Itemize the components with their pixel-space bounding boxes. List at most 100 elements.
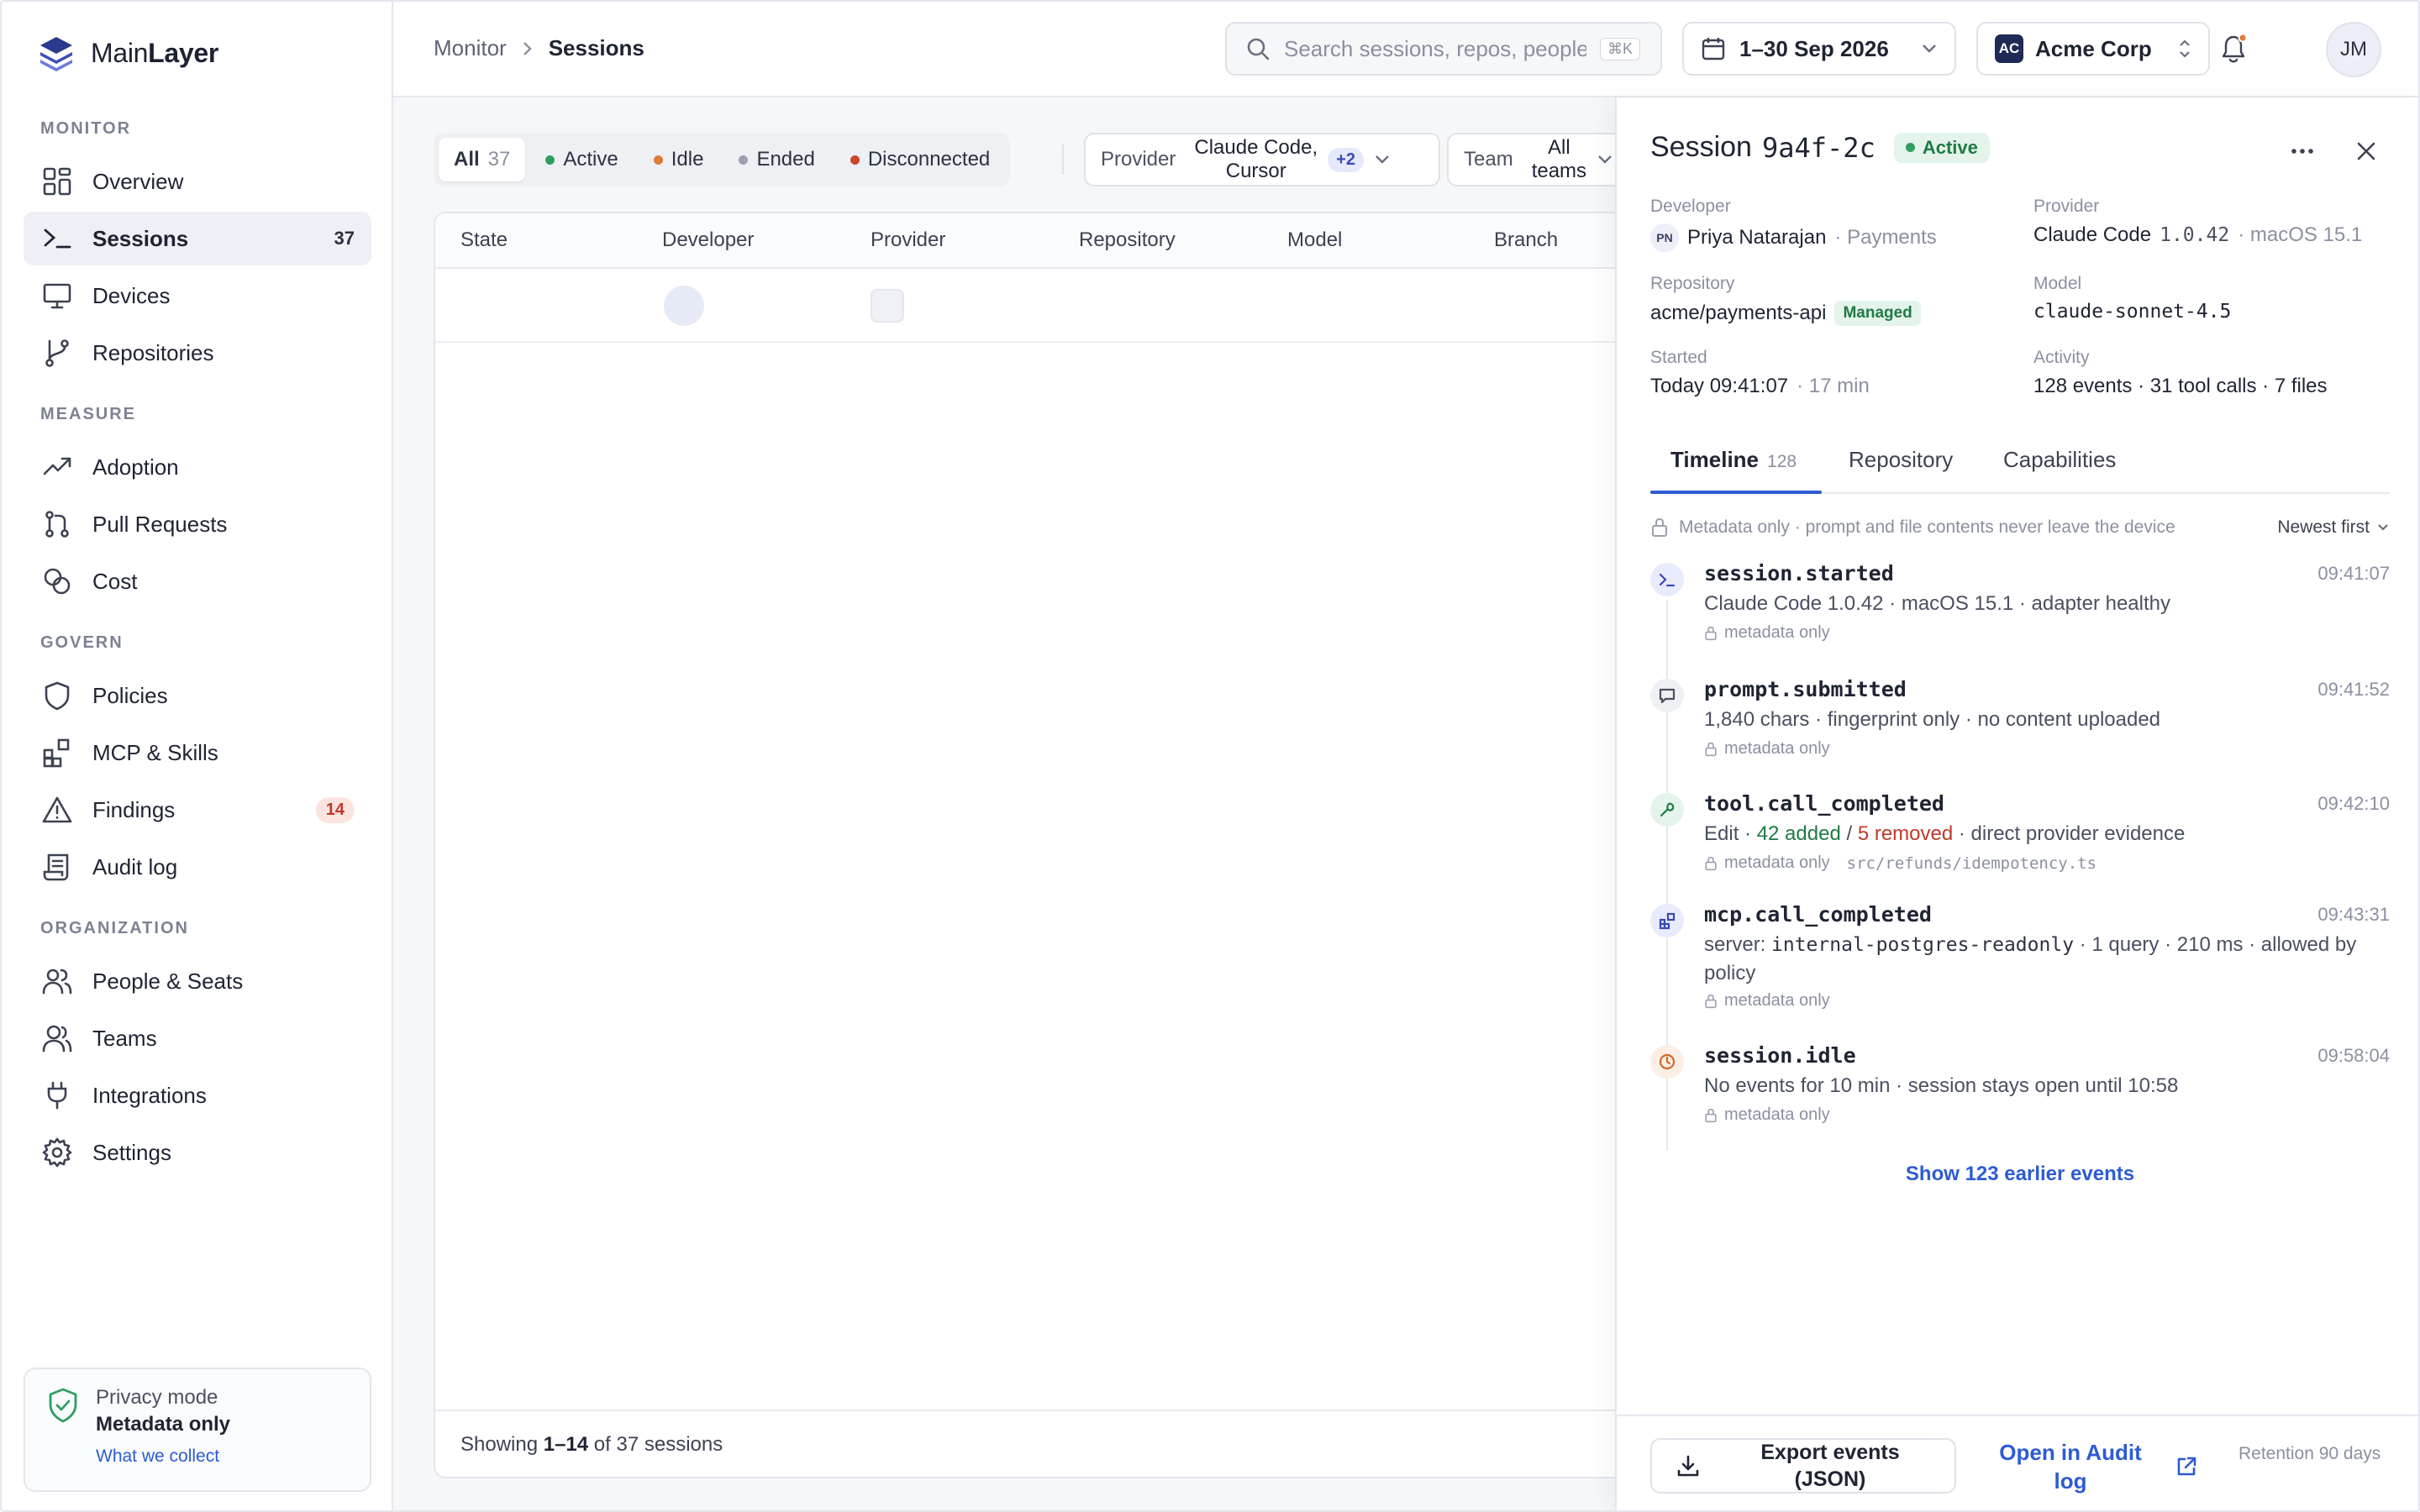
sidebar-item-cost[interactable]: Cost	[24, 554, 371, 608]
brand[interactable]: MainLayer	[37, 34, 218, 72]
filter-disconnected[interactable]: Disconnected	[835, 138, 1005, 181]
shield-check-icon	[47, 1388, 79, 1423]
provider-icon-placeholder	[871, 289, 904, 323]
privacy-note: Metadata only · prompt and file contents…	[1650, 517, 2390, 538]
breadcrumb-sessions: Sessions	[548, 35, 644, 60]
developer-avatar: PN	[1650, 223, 1679, 252]
drawer-footer: Export events (JSON) Open in Audit log Ret…	[1617, 1415, 2418, 1510]
git-branch-icon	[40, 336, 74, 370]
org-switcher[interactable]: AC Acme Corp	[1976, 22, 2210, 76]
sidebar-item-adoption[interactable]: Adoption	[24, 440, 371, 494]
shield-icon	[40, 679, 74, 712]
message-icon	[1650, 679, 1684, 712]
activity-field: Activity 128 events · 31 tool calls · 7 …	[2033, 348, 2328, 397]
sidebar-item-repositories[interactable]: Repositories	[24, 326, 371, 380]
what-we-collect-link[interactable]: What we collect	[96, 1446, 370, 1467]
model-field: Model claude-sonnet-4.5	[2033, 274, 2232, 323]
sidebar-item-devices[interactable]: Devices	[24, 269, 371, 323]
sidebar-item-settings[interactable]: Settings	[24, 1126, 371, 1179]
sidebar-item-sessions[interactable]: Sessions 37	[24, 212, 371, 265]
nav-section-monitor: MONITOR	[40, 119, 132, 138]
more-options-icon[interactable]	[2286, 134, 2319, 168]
sidebar-item-label: Integrations	[92, 1082, 207, 1108]
search-icon	[1245, 36, 1270, 61]
repository-field: Repository acme/payments-api Managed	[1650, 274, 1921, 326]
lock-icon	[1705, 1108, 1717, 1122]
team-filter-label: Team	[1464, 148, 1513, 171]
sidebar-item-label: Adoption	[92, 454, 179, 480]
session-detail-drawer: Session 9a4f-2c Active Developer PN Priya…	[1615, 97, 2418, 1510]
users-icon	[40, 964, 74, 998]
blocks-icon	[1650, 904, 1684, 937]
close-icon[interactable]	[2349, 134, 2383, 168]
chevron-down-icon	[1921, 43, 1938, 55]
date-range-picker[interactable]: 1–30 Sep 2026	[1682, 22, 1956, 76]
sort-dropdown[interactable]: Newest first	[2277, 517, 2390, 538]
notifications-bell-icon[interactable]	[2215, 30, 2252, 67]
show-earlier-events-link[interactable]: Show 123 earlier events	[1617, 1163, 2418, 1186]
filter-active[interactable]: Active	[530, 138, 633, 181]
sidebar-item-label: Policies	[92, 682, 168, 708]
chevron-down-icon	[1597, 154, 1613, 165]
column-state[interactable]: State	[460, 228, 508, 252]
breadcrumb-monitor[interactable]: Monitor	[434, 35, 507, 61]
filter-idle[interactable]: Idle	[639, 138, 719, 181]
sidebar-item-integrations[interactable]: Integrations	[24, 1068, 371, 1122]
calendar-icon	[1701, 36, 1726, 61]
chevron-down-icon	[2378, 524, 2388, 531]
sessions-count: 37	[334, 228, 355, 249]
tab-timeline[interactable]: Timeline 128	[1670, 447, 1797, 473]
open-audit-log-link[interactable]: Open in Audit log	[1986, 1438, 2198, 1495]
gear-icon	[40, 1136, 74, 1169]
column-branch[interactable]: Branch	[1494, 228, 1558, 252]
column-model[interactable]: Model	[1287, 228, 1342, 252]
clock-icon	[1650, 1045, 1684, 1079]
sidebar-item-label: Pull Requests	[92, 511, 228, 537]
app-window: MainLayer MONITOR Overview Sessions 37 D…	[0, 0, 2420, 1512]
grid-icon	[40, 165, 74, 198]
developer-field: Developer PN Priya Natarajan · Payments	[1650, 197, 1937, 252]
table-row-loading[interactable]	[435, 269, 1615, 343]
managed-badge: Managed	[1834, 301, 1921, 326]
coins-icon	[40, 564, 74, 598]
lock-icon	[1705, 626, 1717, 640]
lock-icon	[1705, 994, 1717, 1008]
filter-ended[interactable]: Ended	[723, 138, 829, 181]
developer-name[interactable]: Priya Natarajan	[1687, 226, 1826, 249]
column-repository[interactable]: Repository	[1079, 228, 1176, 252]
sidebar-item-overview[interactable]: Overview	[24, 155, 371, 208]
filter-all[interactable]: All 37	[439, 138, 526, 181]
sidebar-item-teams[interactable]: Teams	[24, 1011, 371, 1065]
provider-filter[interactable]: Provider Claude Code, Cursor +2	[1084, 133, 1440, 186]
provider-filter-more: +2	[1328, 147, 1364, 172]
download-icon	[1676, 1453, 1701, 1478]
sidebar-item-people-seats[interactable]: People & Seats	[24, 954, 371, 1008]
team-filter[interactable]: Team All teams	[1447, 133, 1615, 186]
provider-field: Provider Claude Code 1.0.42 · macOS 15.1	[2033, 197, 2363, 246]
export-events-button[interactable]: Export events (JSON)	[1650, 1438, 1956, 1494]
tab-capabilities[interactable]: Capabilities	[2003, 447, 2116, 473]
external-link-icon	[2175, 1455, 2198, 1478]
user-avatar[interactable]: JM	[2326, 22, 2381, 77]
mainlayer-logo-icon	[37, 34, 76, 72]
breadcrumb: Monitor Sessions	[434, 35, 644, 61]
date-range-value: 1–30 Sep 2026	[1739, 35, 1889, 61]
team-icon	[40, 1021, 74, 1055]
sidebar-item-label: Repositories	[92, 339, 214, 365]
sidebar-item-findings[interactable]: Findings 14	[24, 783, 371, 837]
sidebar-item-label: Settings	[92, 1139, 171, 1165]
tab-repository[interactable]: Repository	[1849, 447, 1953, 473]
active-dot	[545, 155, 555, 165]
sidebar-item-audit-log[interactable]: Audit log	[24, 840, 371, 894]
repository-link[interactable]: acme/payments-api	[1650, 302, 1826, 325]
disconnected-dot	[850, 155, 860, 165]
sidebar-item-label: MCP & Skills	[92, 739, 218, 765]
column-developer[interactable]: Developer	[662, 228, 754, 252]
sidebar-item-mcp-skills[interactable]: MCP & Skills	[24, 726, 371, 780]
column-provider[interactable]: Provider	[871, 228, 945, 252]
sidebar-item-pull-requests[interactable]: Pull Requests	[24, 497, 371, 551]
search-input[interactable]: Search sessions, repos, people… ⌘K	[1225, 22, 1662, 76]
sidebar-item-label: Findings	[92, 796, 176, 822]
sidebar-item-policies[interactable]: Policies	[24, 669, 371, 722]
chevron-right-icon	[522, 40, 534, 57]
